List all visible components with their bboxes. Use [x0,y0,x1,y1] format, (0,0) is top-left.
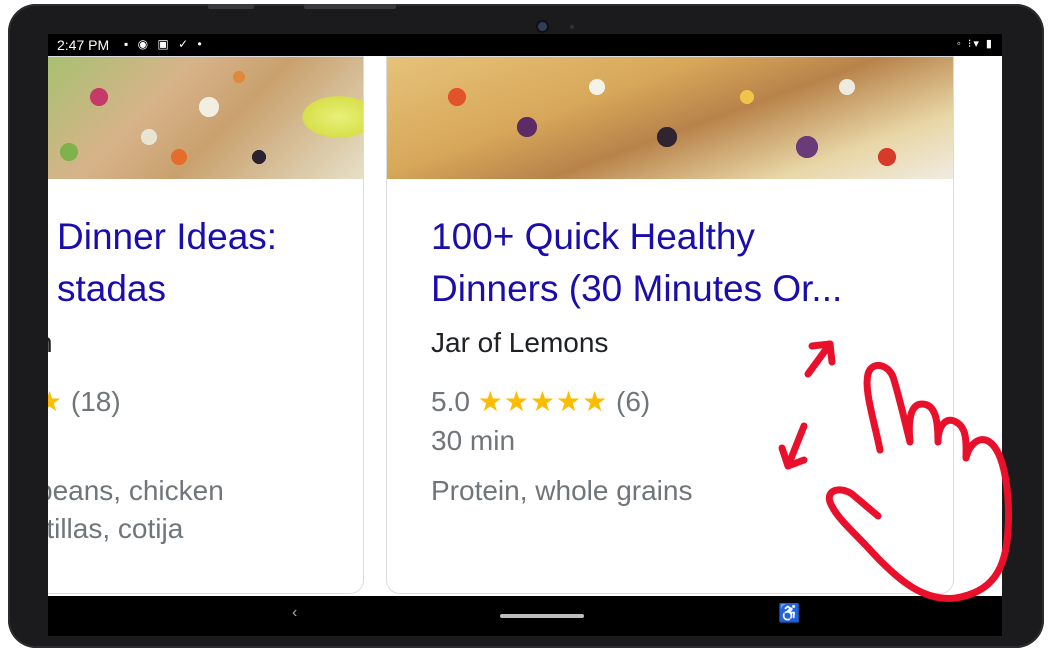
recipe-title-right-line1[interactable]: 100+ Quick Healthy [431,211,755,263]
rating-value: 5.0 [431,386,470,417]
stars-icon: ★★★★★ [477,386,609,417]
system-status-icons: ◦ ⁝▾ ▮ [956,38,994,50]
recipe-image-left[interactable] [48,57,363,179]
cook-time: 30 min [431,425,516,456]
recipe-title-right-line2[interactable]: Dinners (30 Minutes Or... [431,263,842,315]
ingredients-left-line2: rtillas, cotija [48,513,184,544]
light-sensor [570,25,574,29]
rating-count-right: (6) [616,386,651,417]
recipe-source-left: n [48,327,53,359]
status-bar: 2:47 PM ▪ ◉ ▣ ✓ • ◦ ⁝▾ ▮ [48,34,1002,56]
star-icon: ★ [48,386,63,417]
pinch-gesture-overlay [778,340,1012,602]
ingredients-left-line1: beans, chicken [48,475,224,506]
rating-count-left: (18) [70,386,121,417]
back-icon[interactable]: ‹ [292,604,297,622]
recipe-source-right: Jar of Lemons [431,327,609,358]
recipe-title-left-line1[interactable]: Dinner Ideas: [57,211,277,263]
recipe-image-right[interactable] [387,57,953,179]
recipe-tags: Protein, whole grains [431,475,693,506]
power-button [304,4,396,9]
status-time: 2:47 PM [57,37,110,53]
volume-button [208,4,254,9]
rating-row-left: ★ (18) [48,385,121,418]
hand-pointer-icon [825,362,1012,602]
recipe-title-left-line2[interactable]: stadas [57,263,166,315]
front-camera [538,22,547,31]
rating-row-right: 5.0 ★★★★★ (6) [431,385,650,418]
home-handle[interactable] [500,614,584,618]
notification-icons: ▪ ◉ ▣ ✓ • [124,37,205,51]
recipe-card-left[interactable]: Dinner Ideas: stadas n ★ (18) beans, chi… [48,56,364,594]
